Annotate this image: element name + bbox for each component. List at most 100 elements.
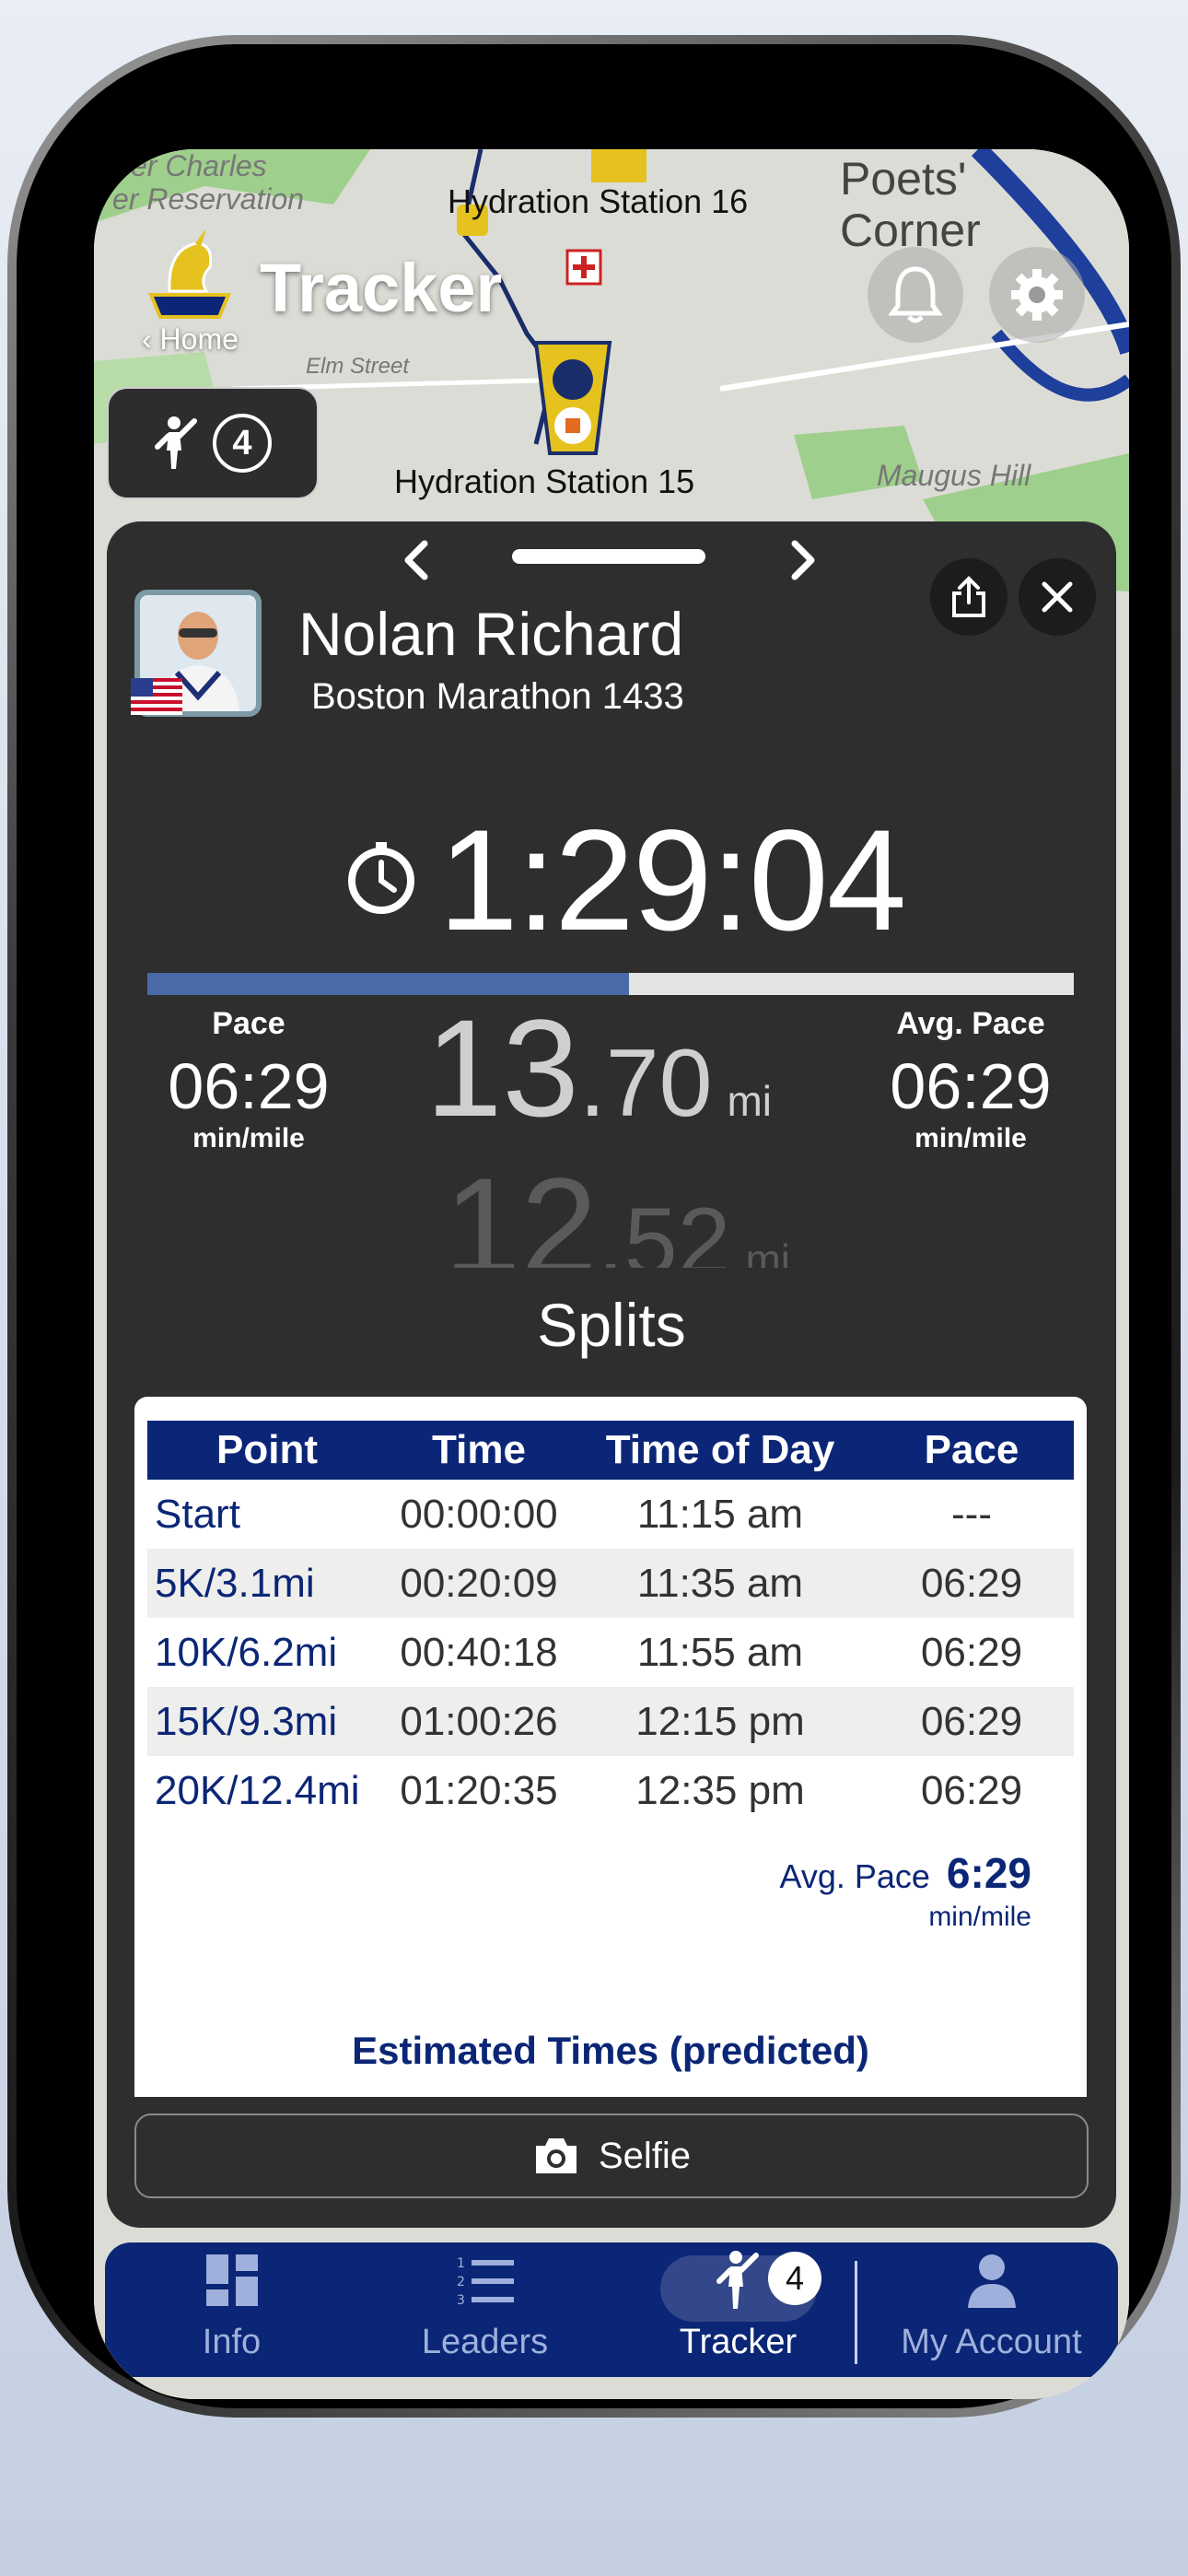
pace-label: Pace	[212, 1006, 285, 1041]
split-time: 00:40:18	[400, 1629, 558, 1675]
split-time-of-day: 12:15 pm	[571, 1687, 869, 1756]
tab-tracker-label: Tracker	[679, 2323, 798, 2361]
tracker-count-badge: 4	[768, 2252, 821, 2305]
split-time-of-day: 12:35 pm	[635, 1767, 805, 1813]
split-time: 00:00:00	[400, 1491, 558, 1537]
prev-distance-unit: mi	[745, 1235, 790, 1268]
phone-frame: Hydration Station 16 Hydration Station 1…	[7, 35, 1181, 2418]
svg-text:2: 2	[457, 2275, 465, 2289]
map-label-reservation: er Reservation	[112, 182, 305, 216]
user-icon	[967, 2254, 1016, 2308]
split-time: 01:20:35	[400, 1767, 558, 1813]
page-title: Tracker	[260, 250, 503, 326]
dashboard-icon	[205, 2254, 258, 2306]
runner-name: Nolan Richard	[298, 600, 684, 668]
split-time: 01:00:26	[387, 1687, 571, 1756]
current-pace: Pace 06:29 min/mile	[129, 1006, 368, 1154]
split-point: 20K/12.4mi	[155, 1767, 360, 1813]
split-pace: 06:29	[869, 1549, 1074, 1618]
table-row: Start 00:00:00 11:15 am ---	[147, 1480, 1074, 1549]
runner-race-bib: Boston Marathon 1433	[311, 676, 684, 717]
bell-icon	[889, 266, 942, 323]
map-label-hydration-16: Hydration Station 16	[448, 182, 749, 220]
bottom-tab-bar: Info 1 2 3 Leaders 4 Tracker My Account	[105, 2242, 1118, 2377]
split-point: 5K/3.1mi	[147, 1549, 387, 1618]
race-progress-bar	[147, 973, 1074, 995]
tracked-runners-count: 4	[213, 414, 272, 473]
split-pace: 06:29	[920, 1629, 1023, 1675]
tab-my-account[interactable]: My Account	[865, 2242, 1118, 2377]
splits-table: Point Time Time of Day Pace Start 00:00:…	[147, 1421, 1074, 1825]
share-button[interactable]	[930, 558, 1007, 636]
close-icon	[1042, 581, 1073, 613]
close-button[interactable]	[1019, 558, 1096, 636]
svg-text:3: 3	[457, 2293, 465, 2306]
avg-pace-label: Avg. Pace	[896, 1006, 1045, 1041]
runner-waving-icon	[716, 2251, 759, 2309]
distance-dec: .70	[578, 1030, 713, 1137]
split-point: 15K/9.3mi	[147, 1687, 387, 1756]
previous-distance: 12.52 mi	[444, 1157, 790, 1268]
average-pace: Avg. Pace 06:29 min/mile	[851, 1006, 1090, 1154]
split-time: 00:20:09	[387, 1549, 571, 1618]
pace-value: 06:29	[168, 1050, 330, 1122]
current-distance: 13.70 mi	[425, 999, 772, 1139]
svg-text:1: 1	[457, 2256, 465, 2271]
tab-info-label: Info	[202, 2323, 262, 2361]
runner-waving-icon	[155, 416, 197, 469]
split-time-of-day: 11:35 am	[571, 1549, 869, 1618]
tab-info[interactable]: Info	[105, 2242, 358, 2377]
previous-runner-button[interactable]	[389, 533, 444, 588]
selfie-button[interactable]: Selfie	[134, 2113, 1089, 2198]
tab-tracker[interactable]: 4 Tracker	[611, 2242, 865, 2377]
table-row: 20K/12.4mi 01:20:35 12:35 pm 06:29	[147, 1756, 1074, 1825]
ranked-list-icon: 1 2 3	[457, 2256, 514, 2306]
split-time-of-day: 11:55 am	[636, 1629, 804, 1675]
gear-icon	[1011, 269, 1063, 321]
splits-header-row: Point Time Time of Day Pace	[147, 1421, 1074, 1480]
sheet-drag-handle[interactable]	[512, 549, 705, 564]
map-label-poets: Poets'	[840, 153, 967, 205]
prev-distance-int: 12	[444, 1157, 598, 1268]
split-point: Start	[155, 1491, 240, 1537]
usa-flag-icon	[131, 678, 182, 715]
split-pace: 06:29	[920, 1767, 1023, 1813]
chevron-right-icon	[791, 540, 815, 580]
elapsed-time: 1:29:04	[438, 801, 906, 961]
split-pace: ---	[951, 1491, 992, 1537]
camera-icon	[535, 2138, 577, 2173]
map-label-hydration-15: Hydration Station 15	[394, 463, 695, 500]
next-runner-button[interactable]	[775, 533, 831, 588]
table-row: 5K/3.1mi 00:20:09 11:35 am 06:29	[147, 1549, 1074, 1618]
pace-unit: min/mile	[192, 1123, 305, 1153]
app-screen: Hydration Station 16 Hydration Station 1…	[94, 149, 1129, 2399]
splits-avg-unit: min/mile	[928, 1902, 1031, 1932]
phone-bezel: Hydration Station 16 Hydration Station 1…	[17, 44, 1171, 2408]
splits-avg-value: 6:29	[946, 1849, 1031, 1897]
split-time-of-day: 11:15 am	[636, 1491, 804, 1537]
share-icon	[952, 576, 985, 617]
tab-leaders-label: Leaders	[421, 2323, 549, 2361]
prev-distance-dec: .52	[597, 1188, 731, 1268]
notifications-button[interactable]	[868, 247, 963, 343]
avg-pace-unit: min/mile	[914, 1123, 1027, 1153]
tab-leaders[interactable]: 1 2 3 Leaders	[358, 2242, 611, 2377]
settings-button[interactable]	[989, 247, 1085, 343]
splits-card: Point Time Time of Day Pace Start 00:00:…	[134, 1397, 1087, 2097]
tab-account-label: My Account	[901, 2323, 1082, 2361]
splits-avg-label: Avg. Pace	[779, 1857, 930, 1895]
col-header-time: Time	[387, 1421, 571, 1480]
distance-int: 13	[425, 990, 579, 1145]
map-label-charles: er Charles	[131, 149, 267, 182]
table-row: 10K/6.2mi 00:40:18 11:55 am 06:29	[147, 1618, 1074, 1687]
chevron-left-icon	[404, 540, 428, 580]
tab-divider	[855, 2261, 857, 2364]
splits-title: Splits	[537, 1291, 686, 1359]
map-label-elm-street: Elm Street	[306, 354, 410, 379]
col-header-point: Point	[147, 1421, 387, 1480]
stopwatch-icon	[343, 840, 420, 918]
tracked-runners-chip[interactable]: 4	[107, 387, 319, 499]
home-back-link[interactable]: ‹ Home	[142, 322, 239, 357]
col-header-time-of-day: Time of Day	[571, 1421, 869, 1480]
distance-unit: mi	[727, 1077, 772, 1125]
